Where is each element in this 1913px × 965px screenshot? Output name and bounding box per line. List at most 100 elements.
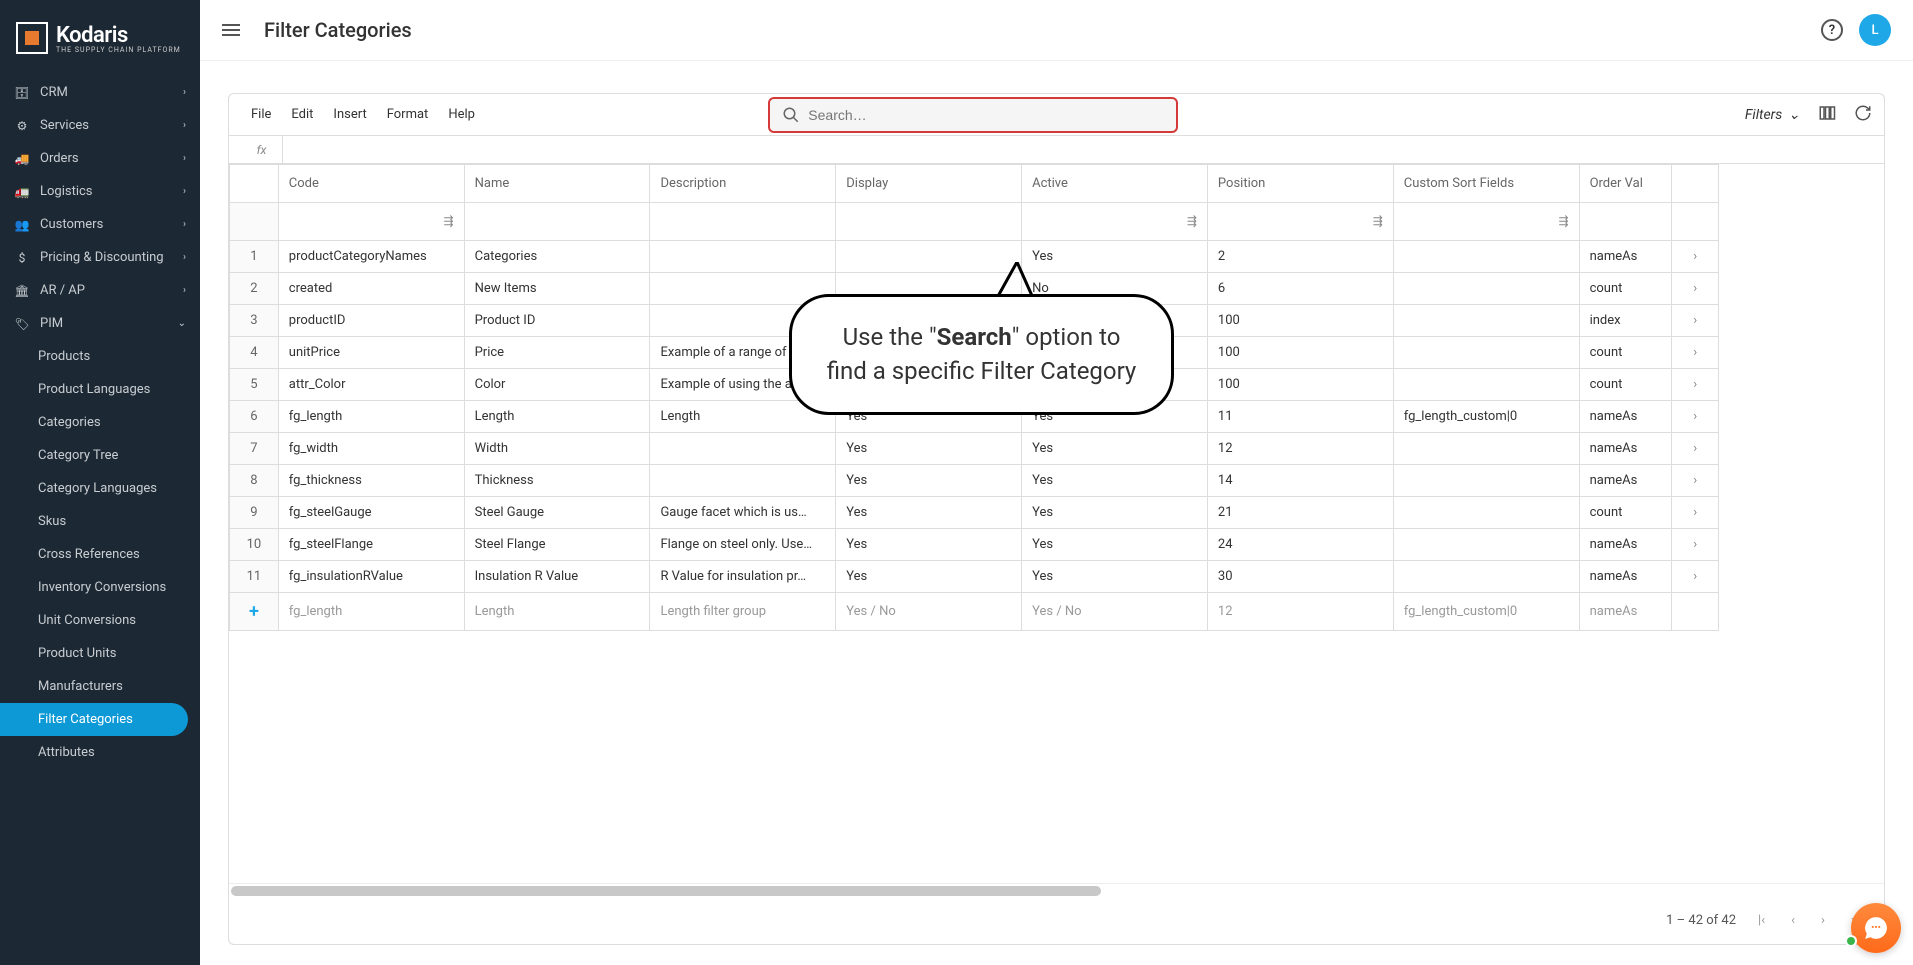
sidebar-subitem-products[interactable]: Products [0,340,200,373]
cell-sort[interactable] [1393,241,1579,273]
cell-code[interactable]: created [278,273,464,305]
cell-position[interactable]: 30 [1207,561,1393,593]
sidebar-subitem-inventory-conversions[interactable]: Inventory Conversions [0,571,200,604]
new-code[interactable]: fg_length [278,593,464,631]
cell-sort[interactable] [1393,305,1579,337]
cell-order[interactable]: count [1579,337,1672,369]
cell-display[interactable]: Yes [836,465,1022,497]
sidebar-item-orders[interactable]: 🚚Orders› [0,142,200,175]
row-detail-button[interactable]: › [1693,473,1697,488]
row-detail-button[interactable]: › [1693,281,1697,296]
column-filter[interactable] [650,203,836,241]
table-row[interactable]: 10fg_steelFlangeSteel FlangeFlange on st… [230,529,1719,561]
cell-order[interactable]: nameAs [1579,401,1672,433]
cell-code[interactable]: fg_insulationRValue [278,561,464,593]
cell-active[interactable]: Yes [1022,241,1208,273]
row-detail-button[interactable]: › [1693,569,1697,584]
table-row[interactable]: 8fg_thicknessThicknessYesYes14nameAs› [230,465,1719,497]
sidebar-subitem-filter-categories[interactable]: Filter Categories [0,703,188,736]
cell-display[interactable]: Yes [836,433,1022,465]
new-row[interactable]: + fg_length Length Length filter group Y… [230,593,1719,631]
column-filter[interactable]: ⇶ [1207,203,1393,241]
cell-order[interactable]: nameAs [1579,529,1672,561]
sidebar-subitem-unit-conversions[interactable]: Unit Conversions [0,604,200,637]
columns-icon[interactable] [1818,104,1836,126]
new-pos[interactable]: 12 [1207,593,1393,631]
filter-icon[interactable]: ⇶ [1373,214,1383,228]
table-row[interactable]: 7fg_widthWidthYesYes12nameAs› [230,433,1719,465]
new-name[interactable]: Length [464,593,650,631]
refresh-icon[interactable] [1854,104,1872,126]
cell-display[interactable]: Yes [836,561,1022,593]
cell-code[interactable]: unitPrice [278,337,464,369]
next-page-button[interactable]: › [1817,913,1829,928]
cell-order[interactable]: nameAs [1579,561,1672,593]
cell-name[interactable]: Steel Flange [464,529,650,561]
prev-page-button[interactable]: ‹ [1787,913,1799,928]
sidebar-item-pricing-discounting[interactable]: $Pricing & Discounting› [0,241,200,274]
menu-edit[interactable]: Edit [281,103,323,126]
cell-code[interactable]: fg_thickness [278,465,464,497]
cell-sort[interactable]: fg_length_custom|0 [1393,401,1579,433]
cell-order[interactable]: nameAs [1579,465,1672,497]
menu-insert[interactable]: Insert [323,103,376,126]
sidebar-subitem-cross-references[interactable]: Cross References [0,538,200,571]
help-icon[interactable]: ? [1821,19,1843,41]
menu-help[interactable]: Help [438,103,485,126]
cell-order[interactable]: count [1579,369,1672,401]
cell-name[interactable]: Width [464,433,650,465]
column-header-active[interactable]: Active [1022,165,1208,203]
new-desc[interactable]: Length filter group [650,593,836,631]
new-sort[interactable]: fg_length_custom|0 [1393,593,1579,631]
sidebar-subitem-category-languages[interactable]: Category Languages [0,472,200,505]
user-avatar[interactable]: L [1859,14,1891,46]
cell-code[interactable]: fg_steelGauge [278,497,464,529]
cell-sort[interactable] [1393,337,1579,369]
row-detail-button[interactable]: › [1693,409,1697,424]
cell-name[interactable]: Product ID [464,305,650,337]
column-header-description[interactable]: Description [650,165,836,203]
horizontal-scrollbar[interactable] [229,883,1884,897]
filter-icon[interactable]: ⇶ [1187,214,1197,228]
new-order[interactable]: nameAs [1579,593,1672,631]
cell-position[interactable]: 6 [1207,273,1393,305]
cell-sort[interactable] [1393,497,1579,529]
row-detail-button[interactable]: › [1693,377,1697,392]
cell-sort[interactable] [1393,561,1579,593]
column-header-name[interactable]: Name [464,165,650,203]
cell-position[interactable]: 14 [1207,465,1393,497]
row-detail-button[interactable]: › [1693,537,1697,552]
menu-file[interactable]: File [241,103,281,126]
sidebar-item-ar-ap[interactable]: 🏛AR / AP› [0,274,200,307]
cell-display[interactable]: Yes [836,529,1022,561]
row-detail-button[interactable]: › [1693,441,1697,456]
scroll-thumb[interactable] [231,886,1101,896]
cell-position[interactable]: 11 [1207,401,1393,433]
first-page-button[interactable]: |‹ [1754,913,1769,928]
filter-icon[interactable]: ⇶ [1559,214,1569,228]
cell-position[interactable]: 12 [1207,433,1393,465]
cell-sort[interactable] [1393,529,1579,561]
cell-active[interactable]: Yes [1022,465,1208,497]
sidebar-subitem-product-units[interactable]: Product Units [0,637,200,670]
column-filter[interactable]: ⇶ [278,203,464,241]
sidebar-subitem-manufacturers[interactable]: Manufacturers [0,670,200,703]
cell-active[interactable]: Yes [1022,561,1208,593]
cell-name[interactable]: Price [464,337,650,369]
row-detail-button[interactable]: › [1693,249,1697,264]
cell-desc[interactable]: Flange on steel only. Use… [650,529,836,561]
cell-code[interactable]: fg_length [278,401,464,433]
cell-code[interactable]: productID [278,305,464,337]
cell-active[interactable]: Yes [1022,497,1208,529]
cell-sort[interactable] [1393,273,1579,305]
cell-name[interactable]: Color [464,369,650,401]
column-filter[interactable]: ⇶ [1022,203,1208,241]
table-row[interactable]: 1productCategoryNamesCategoriesYes2nameA… [230,241,1719,273]
row-detail-button[interactable]: › [1693,505,1697,520]
cell-name[interactable]: Steel Gauge [464,497,650,529]
cell-display[interactable]: Yes [836,497,1022,529]
cell-order[interactable]: count [1579,273,1672,305]
sidebar-item-pim[interactable]: 🏷 PIM ⌄ [0,307,200,340]
cell-position[interactable]: 100 [1207,305,1393,337]
cell-order[interactable]: nameAs [1579,241,1672,273]
